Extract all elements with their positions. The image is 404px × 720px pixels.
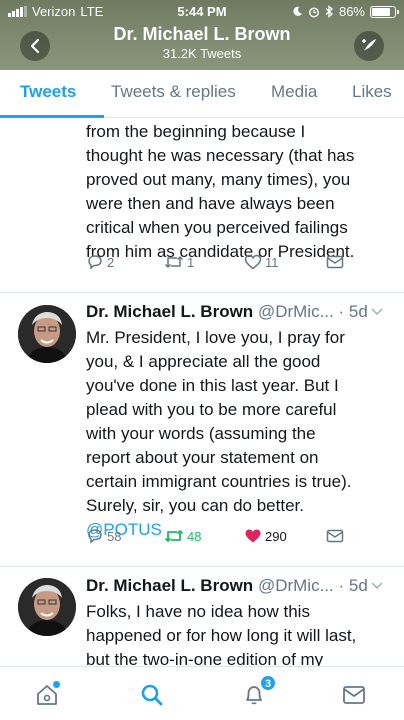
tweet-count: 31.2K Tweets (162, 46, 242, 61)
tab-tweets[interactable]: Tweets (20, 82, 76, 102)
author-name[interactable]: Dr. Michael L. Brown (86, 302, 253, 321)
profile-header: Verizon LTE 5:44 PM 86% Dr. Michael L. B… (0, 0, 404, 70)
direct-message-button[interactable] (326, 529, 344, 543)
avatar[interactable] (18, 578, 76, 636)
chevron-down-icon[interactable] (370, 307, 384, 317)
like-button[interactable]: 11 (244, 254, 279, 270)
heart-filled-icon (245, 529, 261, 543)
retweet-button[interactable]: 48 (164, 528, 201, 544)
tweet-text[interactable]: from the beginning because I thought he … (86, 120, 386, 264)
author-name[interactable]: Dr. Michael L. Brown (86, 576, 253, 595)
nav-search[interactable] (138, 681, 166, 709)
envelope-icon (326, 255, 344, 269)
avatar-photo (18, 578, 76, 636)
notification-badge: 3 (260, 675, 276, 691)
messages-icon (343, 686, 365, 704)
tweet-text[interactable]: Mr. President, I love you, I pray for yo… (86, 326, 392, 542)
like-count: 11 (265, 254, 279, 270)
nav-messages[interactable] (340, 681, 368, 709)
heart-icon (244, 254, 262, 270)
active-tab-indicator (0, 115, 104, 118)
nav-home[interactable] (33, 681, 61, 709)
reply-icon (88, 255, 102, 270)
chevron-down-icon[interactable] (370, 581, 384, 591)
alarm-icon (309, 7, 319, 17)
battery-percent: 86% (338, 4, 365, 19)
direct-message-button[interactable] (326, 255, 344, 269)
reply-count: 2 (107, 254, 115, 270)
mention-link[interactable]: @POTUS (86, 518, 392, 542)
tweet-time: · 5d (338, 576, 368, 595)
status-bar: Verizon LTE 5:44 PM 86% (0, 2, 404, 22)
retweet-count: 1 (187, 254, 195, 270)
tweet-text[interactable]: Folks, I have no idea how this happened … (86, 600, 392, 672)
bottom-tab-bar: 3 (0, 666, 404, 720)
retweet-icon (164, 256, 184, 268)
page-title: Dr. Michael L. Brown (113, 24, 291, 44)
avatar[interactable] (18, 305, 76, 363)
reply-count: 58 (107, 528, 122, 544)
envelope-icon (326, 529, 344, 543)
tweet-time: · 5d (338, 302, 368, 321)
retweet-icon (164, 530, 184, 542)
reply-button[interactable]: 2 (86, 253, 114, 271)
tab-media[interactable]: Media (271, 82, 317, 102)
tweet-header: Dr. Michael L. Brown @DrMic... · 5d (86, 302, 390, 322)
tweet-header: Dr. Michael L. Brown @DrMic... · 5d (86, 576, 390, 596)
author-handle[interactable]: @DrMic... (258, 302, 334, 321)
compose-tweet-button[interactable] (354, 31, 384, 61)
battery-icon (370, 5, 399, 18)
reply-button[interactable]: 58 (86, 527, 121, 545)
new-content-dot (53, 681, 60, 688)
tab-likes[interactable]: Likes (352, 82, 392, 102)
like-button[interactable]: 290 (244, 528, 287, 544)
author-handle[interactable]: @DrMic... (258, 576, 334, 595)
nav-notifications[interactable]: 3 (240, 675, 276, 709)
profile-tabs: Tweets Tweets & replies Media Likes (0, 70, 404, 118)
tab-tweets-and-replies[interactable]: Tweets & replies (111, 82, 236, 102)
bluetooth-icon (325, 5, 333, 18)
divider (0, 566, 404, 567)
compose-tweet-icon (362, 39, 376, 51)
avatar-photo (18, 305, 76, 363)
moon-icon (293, 6, 303, 16)
divider (0, 292, 404, 293)
retweet-button[interactable]: 1 (164, 254, 194, 270)
retweet-count: 48 (187, 528, 202, 544)
like-count: 290 (265, 528, 287, 544)
reply-icon (88, 529, 102, 544)
search-icon (141, 684, 163, 706)
